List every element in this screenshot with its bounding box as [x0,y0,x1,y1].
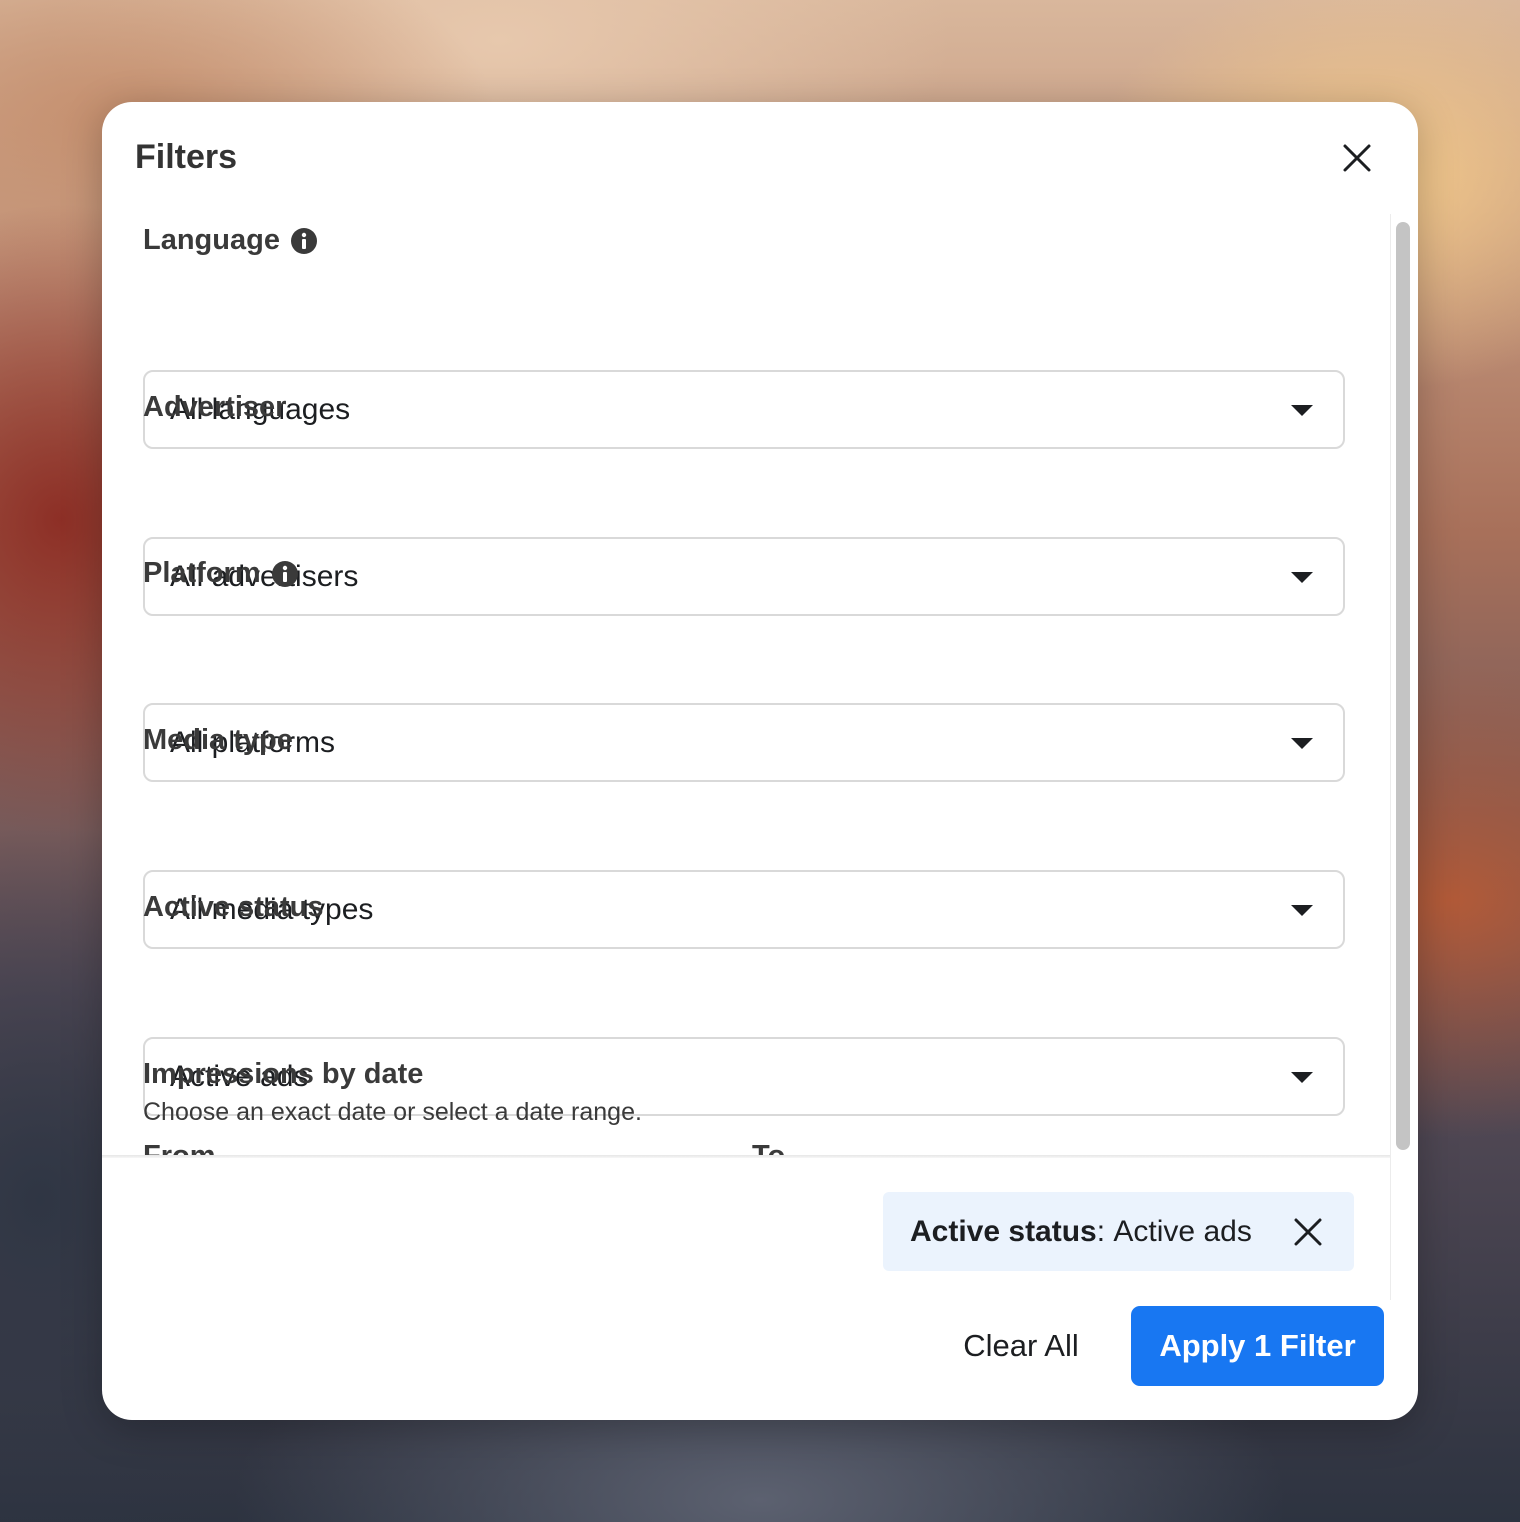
active-status-label-text: Active status [143,891,324,923]
filters-scroll-region[interactable]: Language All languages Advertiser All ad… [102,214,1388,1156]
dialog-title: Filters [135,138,238,176]
platform-label-text: Platform [143,557,261,589]
caret-down-icon [1291,904,1313,916]
platform-label: Platform [143,557,299,590]
caret-down-icon [1291,571,1313,583]
active-status-label: Active status [143,891,324,924]
language-label: Language [143,224,318,257]
remove-chip-button[interactable] [1292,1216,1324,1248]
applied-filters-area: Active status: Active ads [102,1158,1390,1300]
apply-filter-button[interactable]: Apply 1 Filter [1131,1306,1384,1386]
caret-down-icon [1291,404,1313,416]
from-label: From [143,1140,216,1156]
close-icon [1294,1218,1322,1245]
close-icon [1343,144,1371,172]
info-icon[interactable] [290,227,318,255]
impressions-help-text: Choose an exact date or select a date ra… [143,1098,642,1126]
impressions-label: Impressions by date [143,1058,423,1091]
caret-down-icon [1291,737,1313,749]
advertiser-label: Advertiser [143,391,286,424]
applied-filter-chip: Active status: Active ads [883,1192,1354,1271]
impressions-label-text: Impressions by date [143,1058,424,1090]
caret-down-icon [1291,1071,1313,1083]
chip-key: Active status [910,1214,1097,1248]
media-type-label: Media type [143,724,293,757]
media-type-label-text: Media type [143,724,293,756]
chip-value: Active ads [1113,1214,1252,1248]
scrollbar-thumb[interactable] [1396,222,1410,1150]
filters-dialog: Filters Language All languages Advertise… [102,102,1418,1420]
language-label-text: Language [143,224,280,256]
info-icon[interactable] [271,560,299,588]
advertiser-label-text: Advertiser [143,391,287,423]
close-dialog-button[interactable] [1334,135,1380,181]
advertiser-select[interactable]: All advertisers [143,537,1345,616]
clear-all-button[interactable]: Clear All [938,1306,1104,1386]
chip-separator: : [1096,1214,1114,1248]
language-select[interactable]: All languages [143,370,1345,449]
platform-select[interactable]: All platforms [143,703,1345,782]
to-label: To [752,1140,786,1156]
